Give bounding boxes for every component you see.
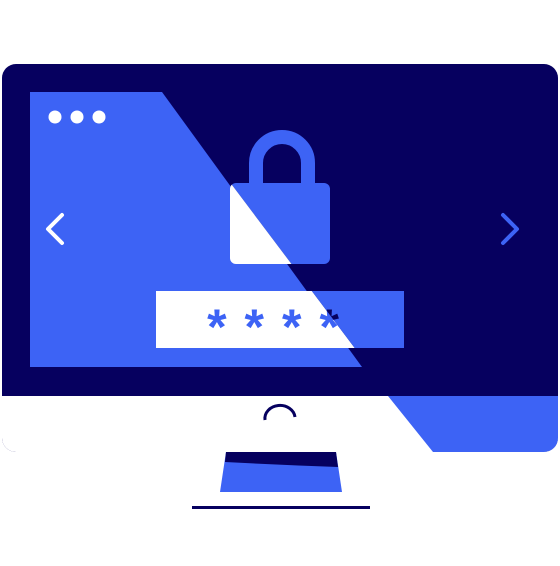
monitor-stand	[192, 452, 370, 509]
monitor-illustration: **** ****	[2, 64, 558, 509]
window-dots-icon	[48, 110, 106, 124]
secure-login-illustration: **** ****	[0, 0, 560, 566]
